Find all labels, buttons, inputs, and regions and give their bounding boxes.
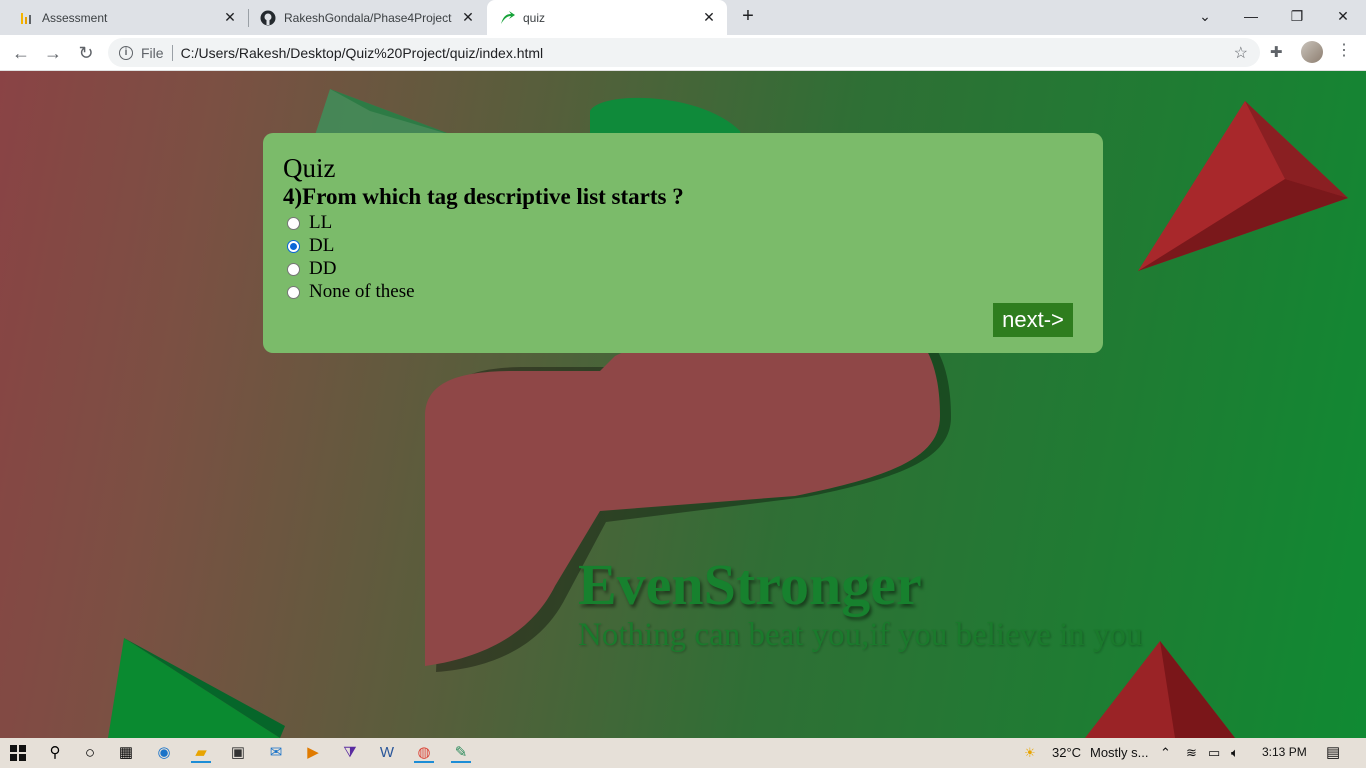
browser-tab-strip: Assessment ✕ RakeshGondala/Phase4Project…	[0, 0, 1366, 35]
forward-arrow-icon[interactable]: →	[41, 41, 65, 65]
next-button[interactable]: next->	[993, 303, 1073, 337]
chevron-up-icon[interactable]: ⌃	[1160, 745, 1171, 761]
radio-button[interactable]	[287, 262, 300, 276]
url-text[interactable]: C:/Users/Rakesh/Desktop/Quiz%20Project/q…	[181, 45, 544, 61]
restore-icon[interactable]: ❐	[1283, 4, 1311, 28]
mail-icon[interactable]: ✉	[266, 743, 286, 763]
address-bar[interactable]: i File C:/Users/Rakesh/Desktop/Quiz%20Pr…	[108, 38, 1260, 67]
avatar[interactable]	[1301, 41, 1323, 63]
option-ll[interactable]: LL	[287, 212, 332, 234]
file-explorer-icon[interactable]: ▰	[191, 743, 211, 763]
tab-quiz[interactable]: quiz ✕	[487, 0, 727, 35]
chart-favicon-icon	[21, 12, 31, 24]
page-title: Quiz	[283, 153, 336, 183]
chrome-icon[interactable]: ◍	[414, 743, 434, 763]
option-dd[interactable]: DD	[287, 258, 336, 280]
new-tab-button[interactable]: +	[737, 6, 759, 28]
github-favicon-icon	[260, 10, 276, 25]
radio-button[interactable]	[287, 285, 300, 299]
windows-start-icon[interactable]	[8, 743, 28, 763]
reload-icon[interactable]: ↻	[74, 41, 98, 65]
page-viewport: EvenStronger Nothing can beat you,if you…	[0, 71, 1366, 738]
extensions-puzzle-icon[interactable]: ✚	[1270, 43, 1283, 61]
clock-time[interactable]: 3:13 PM	[1262, 745, 1307, 759]
green-arrow-favicon-icon	[501, 10, 515, 24]
weather-temp[interactable]: 32°C	[1052, 745, 1081, 760]
browser-toolbar: ← → ↻ i File C:/Users/Rakesh/Desktop/Qui…	[0, 35, 1366, 71]
media-player-icon[interactable]: ▶	[303, 743, 323, 763]
option-dl[interactable]: DL	[287, 235, 334, 257]
window-close-icon[interactable]: ✕	[1329, 4, 1357, 28]
edge-icon[interactable]: ◉	[154, 743, 174, 763]
store-icon[interactable]: ▣	[228, 743, 248, 763]
radio-button[interactable]	[287, 239, 300, 253]
tab-title: quiz	[523, 10, 546, 25]
wifi-icon[interactable]: ≋	[1186, 745, 1197, 761]
tab-search-chevron-icon[interactable]: ⌄	[1191, 4, 1219, 28]
option-none-of-these[interactable]: None of these	[287, 281, 415, 303]
word-icon[interactable]: W	[377, 743, 397, 763]
option-label: DD	[309, 258, 337, 279]
weather-text[interactable]: Mostly s...	[1090, 745, 1149, 760]
windows-taskbar: ⚲ ○ ▦ ◉ ▰ ▣ ✉ ▶ ⧩ W ◍ ✎ ☀ 32°C Mostly s.…	[0, 738, 1366, 768]
scheme-label: File	[141, 44, 164, 61]
back-arrow-icon[interactable]: ←	[9, 41, 33, 65]
radio-button[interactable]	[287, 216, 300, 230]
info-icon[interactable]: i	[119, 45, 133, 60]
paint-icon[interactable]: ✎	[451, 743, 471, 763]
speaker-icon[interactable]: 🔈︎	[1231, 745, 1239, 761]
kebab-menu-icon[interactable]: ⋮	[1336, 40, 1352, 60]
url-divider	[171, 44, 173, 61]
option-label: LL	[309, 212, 333, 233]
tab-title: Assessment	[42, 10, 108, 25]
tab-assessment[interactable]: Assessment ✕	[8, 0, 248, 35]
brand-title: EvenStronger	[578, 552, 922, 617]
search-icon[interactable]: ⚲	[45, 743, 65, 763]
close-icon[interactable]: ✕	[222, 9, 238, 25]
minimize-icon[interactable]: —	[1237, 4, 1265, 28]
weather-sun-icon[interactable]: ☀	[1024, 745, 1036, 761]
battery-icon[interactable]: ▭	[1208, 745, 1220, 761]
close-icon[interactable]: ✕	[460, 9, 476, 25]
notification-icon[interactable]: ▤	[1326, 743, 1340, 761]
brand-tagline: Nothing can beat you,if you believe in y…	[578, 617, 1143, 653]
option-label: DL	[309, 235, 335, 256]
tab-title: RakeshGondala/Phase4Project	[284, 10, 452, 25]
tab-github[interactable]: RakeshGondala/Phase4Project ✕	[248, 0, 486, 35]
visual-studio-icon[interactable]: ⧩	[340, 743, 360, 763]
option-label: None of these	[309, 281, 415, 302]
close-icon[interactable]: ✕	[701, 9, 717, 25]
quiz-card: Quiz 4)From which tag descriptive list s…	[263, 133, 1103, 353]
bookmark-star-icon[interactable]: ☆	[1234, 43, 1248, 63]
cortana-icon[interactable]: ○	[80, 743, 100, 763]
task-view-icon[interactable]: ▦	[116, 743, 136, 763]
question-text: 4)From which tag descriptive list starts…	[283, 184, 684, 209]
